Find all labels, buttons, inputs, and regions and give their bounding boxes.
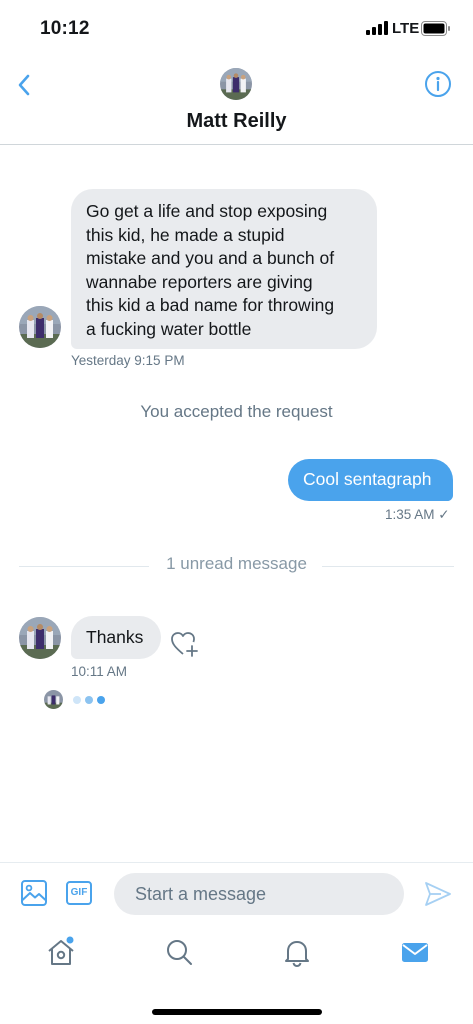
message-line: mistake and you and a bunch of: [86, 248, 335, 268]
message-composer: GIF: [0, 862, 473, 923]
home-indicator: [152, 1009, 322, 1015]
message-bubble[interactable]: Thanks: [71, 616, 161, 659]
message-line: a fucking water bottle: [86, 318, 252, 339]
battery-icon: [421, 21, 451, 41]
typing-dot: [85, 696, 93, 704]
message-line: this kid a bad name for throwing: [86, 295, 335, 315]
contact-name[interactable]: Matt Reilly: [0, 110, 473, 133]
typing-dot: [73, 696, 81, 704]
home-icon[interactable]: [46, 936, 76, 973]
message-timestamp: 10:11 AM: [71, 664, 128, 679]
avatar[interactable]: [19, 306, 61, 348]
message-bubble[interactable]: Go get a life and stop exposing this kid…: [71, 189, 377, 349]
conversation-header: Matt Reilly: [0, 60, 473, 145]
message-line: wannabe reporters are giving: [86, 271, 313, 292]
message-text: Cool sentagraph: [303, 469, 432, 489]
status-bar: 10:12 LTE: [0, 0, 473, 60]
message-bubble[interactable]: Cool sentagraph: [288, 459, 453, 501]
gif-icon[interactable]: GIF: [66, 881, 92, 905]
unread-label: 1 unread message: [166, 554, 307, 573]
search-icon[interactable]: [164, 936, 194, 973]
send-icon[interactable]: [424, 881, 452, 912]
avatar: [44, 690, 63, 709]
avatar[interactable]: [220, 68, 252, 100]
notifications-icon[interactable]: [282, 936, 312, 973]
signal-icon: [366, 21, 388, 40]
messages-icon[interactable]: [400, 936, 430, 973]
typing-dot: [97, 696, 105, 704]
message-line: this kid, he made a stupid: [86, 224, 285, 245]
network-type: LTE: [392, 20, 420, 37]
info-icon[interactable]: [424, 70, 452, 103]
message-text: Thanks: [86, 627, 144, 647]
message-line: Go get a life and stop exposing: [86, 201, 328, 221]
system-message: You accepted the request: [140, 402, 333, 421]
image-icon[interactable]: [20, 879, 48, 912]
message-timestamp: 1:35 AM ✓: [385, 507, 450, 522]
status-time: 10:12: [40, 18, 90, 39]
divider-line: [322, 566, 454, 567]
avatar[interactable]: [19, 617, 61, 659]
message-input[interactable]: [114, 873, 404, 915]
heart-add-icon[interactable]: [170, 630, 200, 663]
chevron-left-icon[interactable]: [12, 72, 38, 98]
message-timestamp: Yesterday 9:15 PM: [71, 353, 185, 368]
unread-divider: 1 unread message: [0, 552, 473, 578]
